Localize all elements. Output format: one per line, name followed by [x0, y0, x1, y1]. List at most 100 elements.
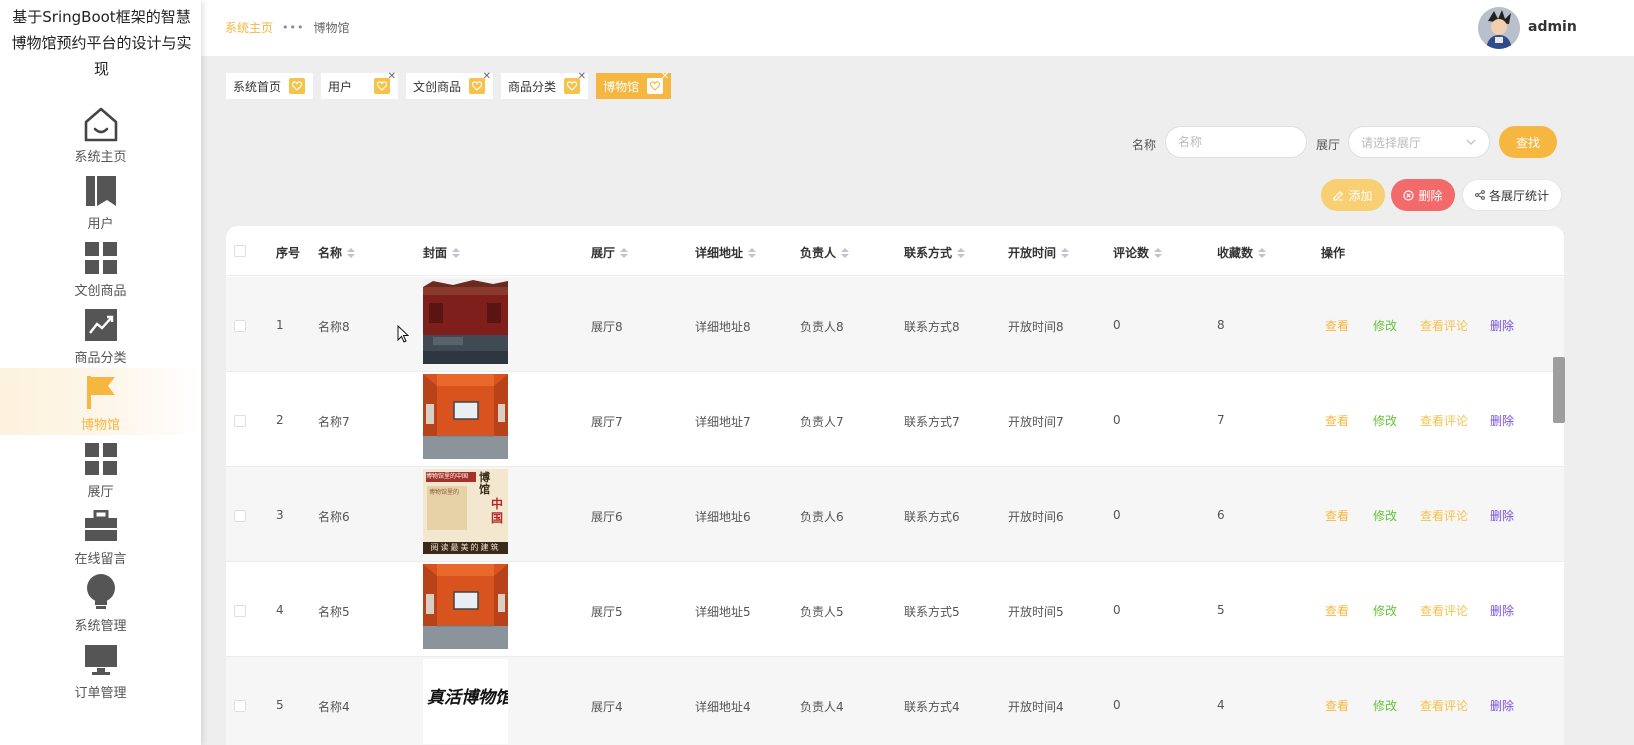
sidebar-item-products[interactable]: 文创商品	[0, 234, 201, 301]
delete-link[interactable]: 删除	[1490, 317, 1514, 334]
tag-products[interactable]: 文创商品 ✕	[406, 72, 494, 99]
col-open-time[interactable]: 开放时间	[1008, 244, 1070, 261]
sort-icon[interactable]	[748, 247, 757, 258]
sidebar-item-categories[interactable]: 商品分类	[0, 301, 201, 368]
tag-home[interactable]: 系统首页	[226, 73, 314, 99]
cell-open-time: 开放时间4	[1008, 700, 1064, 714]
delete-link[interactable]: 删除	[1490, 412, 1514, 429]
breadcrumb-separator: •••	[282, 21, 305, 34]
table-row: 5 名称4 真活博物馆 展厅4 详细地址4 负责人4 联系方式4 开放时间4 0…	[226, 657, 1564, 745]
tag-label: 系统首页	[233, 79, 282, 94]
delete-link[interactable]: 删除	[1490, 602, 1514, 619]
cell-contact: 联系方式5	[904, 605, 960, 619]
col-address[interactable]: 详细地址	[695, 244, 757, 261]
hall-select[interactable]: 请选择展厅	[1348, 126, 1490, 158]
cell-favorites: 4	[1217, 698, 1225, 712]
calligraphy-text: 真活博物馆	[427, 688, 508, 708]
hall-stats-button-label: 各展厅统计	[1488, 188, 1549, 203]
hall-stats-button[interactable]: 各展厅统计	[1462, 179, 1562, 211]
row-checkbox[interactable]	[234, 605, 246, 617]
breadcrumb-home[interactable]: 系统主页	[225, 19, 273, 36]
sort-icon[interactable]	[1061, 247, 1070, 258]
col-contact[interactable]: 联系方式	[904, 244, 966, 261]
sidebar-item-label: 在线留言	[74, 552, 127, 567]
cell-hall: 展厅5	[591, 605, 623, 619]
table-row: 1 名称8 展厅8 详细地址8 负责人8 联系方式8 开放时间8 0 8 查看 …	[226, 277, 1564, 372]
row-checkbox[interactable]	[234, 320, 246, 332]
view-comments-link[interactable]: 查看评论	[1420, 412, 1468, 429]
close-icon[interactable]: ✕	[483, 72, 491, 82]
sidebar-item-label: 订单管理	[74, 686, 127, 701]
view-comments-link[interactable]: 查看评论	[1420, 317, 1468, 334]
cell-comments: 0	[1113, 603, 1121, 617]
heart-icon	[289, 78, 306, 94]
view-link[interactable]: 查看	[1325, 697, 1349, 714]
view-link[interactable]: 查看	[1325, 412, 1349, 429]
edit-link[interactable]: 修改	[1373, 602, 1397, 619]
col-cover[interactable]: 封面	[423, 244, 461, 261]
close-icon[interactable]: ✕	[578, 72, 586, 82]
close-icon[interactable]: ✕	[388, 72, 396, 82]
col-favorites[interactable]: 收藏数	[1217, 244, 1267, 261]
home-icon	[80, 103, 122, 145]
tag-museum[interactable]: 博物馆 ✕	[596, 72, 672, 99]
col-comments[interactable]: 评论数	[1113, 244, 1163, 261]
view-comments-link[interactable]: 查看评论	[1420, 602, 1468, 619]
view-link[interactable]: 查看	[1325, 507, 1349, 524]
row-checkbox[interactable]	[234, 415, 246, 427]
col-manager[interactable]: 负责人	[800, 244, 850, 261]
select-all-checkbox[interactable]	[234, 245, 246, 257]
book-side-text: 博物馆里的	[427, 486, 467, 530]
view-link[interactable]: 查看	[1325, 317, 1349, 334]
add-button[interactable]: 添加	[1321, 179, 1385, 211]
sort-icon[interactable]	[1154, 247, 1163, 258]
col-favorites-label: 收藏数	[1217, 246, 1254, 260]
row-checkbox[interactable]	[234, 700, 246, 712]
cover-image-book: 博物馆里的中国 博物馆里的 博馆 中国 阅读最美的建筑	[423, 469, 508, 554]
name-search-input[interactable]	[1165, 126, 1307, 158]
sidebar-item-system[interactable]: 系统管理	[0, 569, 201, 636]
edit-link[interactable]: 修改	[1373, 317, 1397, 334]
sort-icon[interactable]	[452, 247, 461, 258]
sidebar-item-label: 展厅	[87, 485, 114, 500]
avatar[interactable]	[1478, 7, 1520, 49]
tag-categories[interactable]: 商品分类 ✕	[501, 72, 589, 99]
view-link[interactable]: 查看	[1325, 602, 1349, 619]
sort-icon[interactable]	[1258, 247, 1267, 258]
sort-icon[interactable]	[841, 247, 850, 258]
sort-icon[interactable]	[620, 247, 629, 258]
grid-icon	[80, 237, 122, 279]
sidebar-item-halls[interactable]: 展厅	[0, 435, 201, 502]
search-button[interactable]: 查找	[1499, 126, 1557, 158]
edit-link[interactable]: 修改	[1373, 412, 1397, 429]
view-comments-link[interactable]: 查看评论	[1420, 507, 1468, 524]
tag-label: 商品分类	[508, 79, 557, 94]
edit-link[interactable]: 修改	[1373, 697, 1397, 714]
sort-icon[interactable]	[957, 247, 966, 258]
sidebar-item-home[interactable]: 系统主页	[0, 100, 201, 167]
sidebar-item-label: 商品分类	[74, 351, 127, 366]
delete-link[interactable]: 删除	[1490, 507, 1514, 524]
view-comments-link[interactable]: 查看评论	[1420, 697, 1468, 714]
row-checkbox[interactable]	[234, 510, 246, 522]
delete-button[interactable]: 删除	[1391, 179, 1455, 211]
sidebar-item-orders[interactable]: 订单管理	[0, 636, 201, 703]
sort-icon[interactable]	[347, 247, 356, 258]
close-icon[interactable]: ✕	[661, 72, 669, 82]
delete-link[interactable]: 删除	[1490, 697, 1514, 714]
cell-comments: 0	[1113, 508, 1121, 522]
col-name[interactable]: 名称	[318, 244, 356, 261]
username[interactable]: admin	[1528, 19, 1577, 35]
cell-contact: 联系方式6	[904, 510, 960, 524]
cell-name: 名称4	[318, 700, 350, 714]
sidebar-item-users[interactable]: 用户	[0, 167, 201, 234]
sidebar-item-museum[interactable]: 博物馆	[0, 368, 201, 435]
edit-link[interactable]: 修改	[1373, 507, 1397, 524]
monitor-icon	[80, 639, 122, 681]
tag-users[interactable]: 用户 ✕	[321, 72, 399, 99]
sidebar-item-messages[interactable]: 在线留言	[0, 502, 201, 569]
cell-open-time: 开放时间6	[1008, 510, 1064, 524]
cell-contact: 联系方式8	[904, 320, 960, 334]
col-hall[interactable]: 展厅	[591, 244, 629, 261]
vertical-scrollbar[interactable]	[1553, 357, 1565, 423]
